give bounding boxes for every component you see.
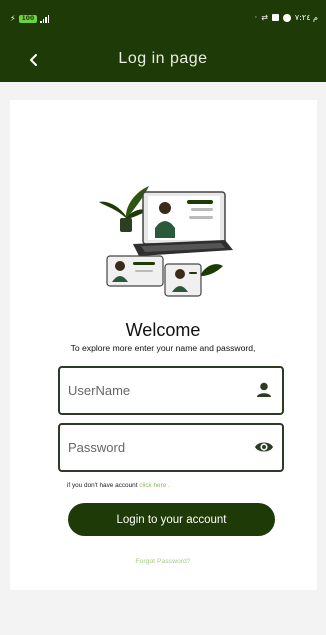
login-button[interactable]: Login to your account: [68, 503, 275, 536]
status-bar: ⚡ 100 · ⇄ م ٧:٢٤: [0, 0, 326, 38]
welcome-title: Welcome: [125, 320, 201, 340]
status-time: م ٧:٢٤: [294, 13, 318, 22]
status-left: ⚡ 100: [10, 14, 50, 23]
page-title: Log in page: [118, 50, 208, 67]
eye-icon[interactable]: [254, 437, 274, 457]
app-icon: [282, 13, 291, 22]
person-icon: [257, 382, 271, 397]
charging-icon: ⚡: [10, 14, 16, 23]
illustration-image: [99, 186, 233, 297]
username-field[interactable]: [58, 366, 284, 415]
status-right: · ⇄ م ٧:٢٤: [255, 13, 318, 22]
password-field[interactable]: [58, 423, 284, 472]
username-input[interactable]: [68, 368, 238, 413]
register-prompt: if you don't have account: [67, 482, 140, 489]
register-row: if you don't have account click here .: [67, 482, 170, 489]
app-bar: Log in page: [0, 38, 326, 82]
password-input[interactable]: [68, 425, 238, 470]
forgot-password-link[interactable]: Forgot Password?: [0, 558, 326, 565]
data-icon: ⇄: [261, 13, 268, 22]
battery-icon: 100: [18, 14, 38, 23]
dot-icon: ·: [254, 13, 258, 22]
signal-icon: [40, 14, 50, 23]
welcome-subtitle: To explore more enter your name and pass…: [70, 343, 256, 353]
register-link[interactable]: click here .: [139, 482, 170, 489]
notification-icon: [271, 14, 279, 21]
